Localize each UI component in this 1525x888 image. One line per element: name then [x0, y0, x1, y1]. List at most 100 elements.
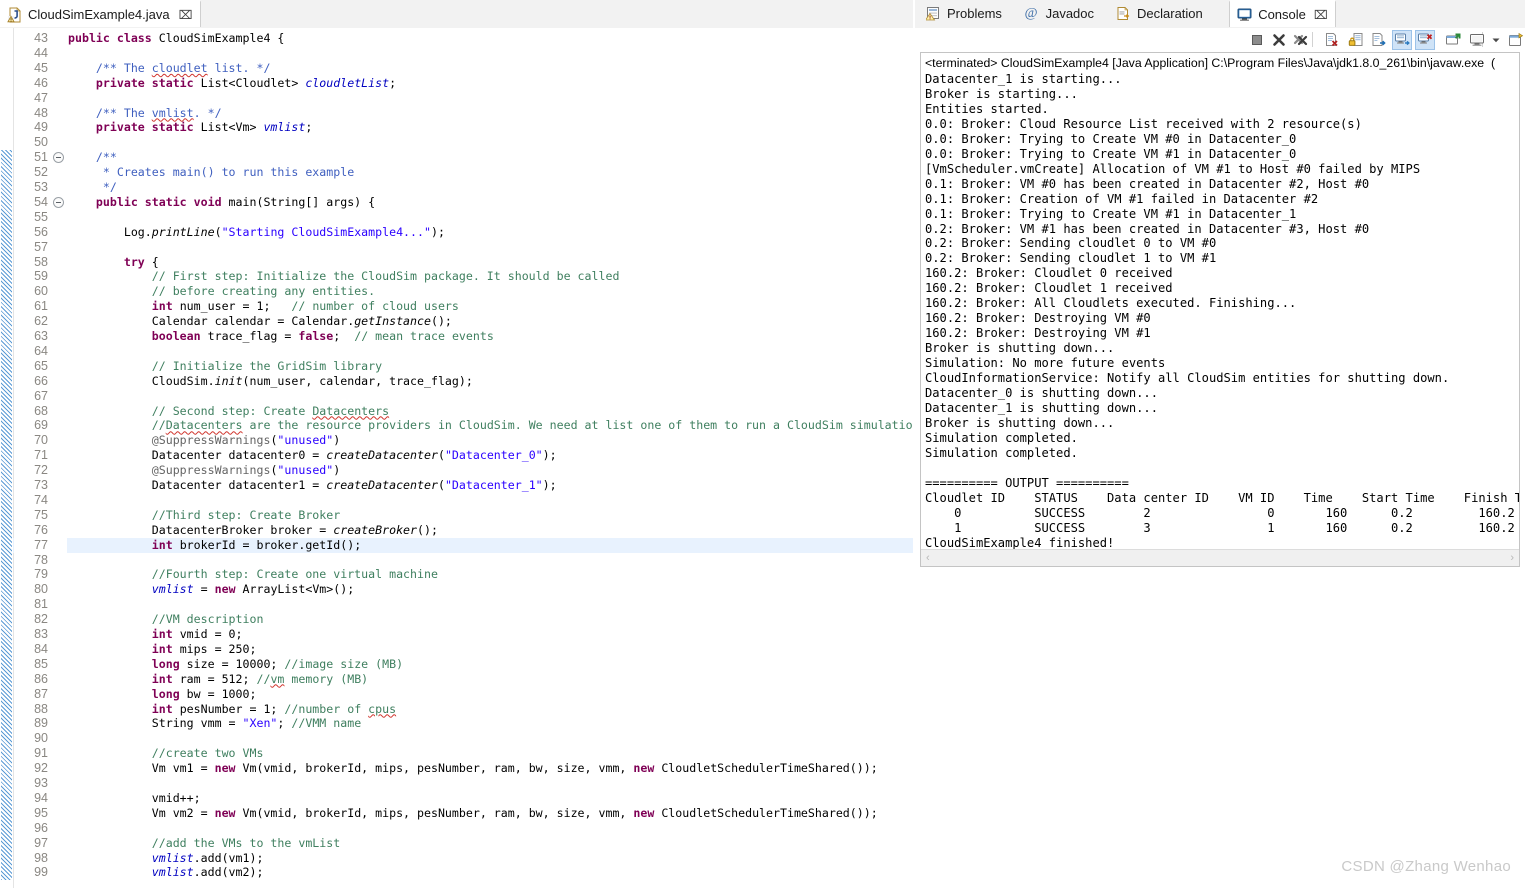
code-line[interactable] — [68, 46, 915, 61]
code-line[interactable]: //Datacenters are the resource providers… — [68, 418, 915, 433]
display-console-dropdown[interactable] — [1489, 30, 1503, 50]
close-icon[interactable]: ⌧ — [1314, 8, 1328, 22]
code-line[interactable]: // Second step: Create Datacenters — [68, 404, 915, 419]
editor-body[interactable]: 43 44 45 46 47 48 49 50 51 52 53 54 55 56 57 58 59 60 61 62… — [0, 28, 915, 888]
line-number: 86 — [34, 671, 48, 686]
code-line[interactable] — [68, 91, 915, 106]
code-line[interactable] — [68, 135, 915, 150]
code-line[interactable]: @SuppressWarnings("unused") — [68, 463, 915, 478]
console-output-line: 160.2: Broker: All Cloudlets executed. F… — [925, 296, 1297, 311]
console-output-line: Broker is starting... — [925, 86, 1078, 101]
code-line[interactable]: //Fourth step: Create one virtual machin… — [68, 567, 915, 582]
code-line[interactable]: long bw = 1000; — [68, 687, 915, 702]
console-output-line: 0.0: Broker: Trying to Create VM #0 in D… — [925, 131, 1297, 146]
code-line[interactable]: try { — [68, 255, 915, 270]
display-selected-console-button[interactable] — [1467, 30, 1487, 50]
code-line[interactable] — [68, 776, 915, 791]
editor-code-area[interactable]: public class CloudSimExample4 { /** The … — [68, 28, 915, 888]
code-line[interactable]: // before creating any entities. — [68, 284, 915, 299]
code-line[interactable]: //add the VMs to the vmList — [68, 836, 915, 851]
code-line[interactable]: Datacenter datacenter1 = createDatacente… — [68, 478, 915, 493]
pane-separator-horizontal[interactable] — [915, 588, 1525, 592]
console-tab-problems[interactable]: Problems — [919, 0, 1009, 27]
code-line[interactable]: public class CloudSimExample4 { — [68, 31, 915, 46]
remove-launch-button[interactable] — [1269, 30, 1289, 50]
fold-collapse-icon[interactable] — [53, 196, 64, 208]
code-line[interactable]: Calendar calendar = Calendar.getInstance… — [68, 314, 915, 329]
code-line[interactable]: DatacenterBroker broker = createBroker()… — [68, 523, 915, 538]
console-tab-declaration[interactable]: Declaration — [1109, 0, 1210, 27]
code-line[interactable] — [68, 210, 915, 225]
code-token: "Starting CloudSimExample4..." — [221, 224, 431, 239]
code-line[interactable]: // First step: Initialize the CloudSim p… — [68, 269, 915, 284]
code-line[interactable]: //Third step: Create Broker — [68, 508, 915, 523]
console-tab-javadoc[interactable]: @ Javadoc — [1018, 0, 1101, 27]
code-line[interactable]: vmid++; — [68, 791, 915, 806]
code-line[interactable]: /** The cloudlet list. */ — [68, 61, 915, 76]
remove-all-terminated-button[interactable] — [1291, 30, 1311, 50]
code-line[interactable]: /** — [68, 150, 915, 165]
code-line[interactable]: int vmid = 0; — [68, 627, 915, 642]
line-number: 82 — [34, 612, 48, 627]
code-line[interactable]: int num_user = 1; // number of cloud use… — [68, 299, 915, 314]
code-line[interactable]: long size = 10000; //image size (MB) — [68, 657, 915, 672]
console-output-line: 0.0: Broker: Cloud Resource List receive… — [925, 116, 1362, 131]
code-line[interactable] — [68, 597, 915, 612]
code-line[interactable]: int pesNumber = 1; //number of cpus — [68, 702, 915, 717]
code-line[interactable]: private static List<Vm> vmlist; — [68, 120, 915, 135]
editor-tab-cloudsimexample4[interactable]: CloudSimExample4.java ⌧ — [0, 0, 202, 27]
code-line[interactable]: //VM description — [68, 612, 915, 627]
code-line[interactable]: @SuppressWarnings("unused") — [68, 433, 915, 448]
scroll-left-arrow-icon[interactable]: ‹ — [926, 552, 930, 564]
code-line[interactable]: boolean trace_flag = false; // mean trac… — [68, 329, 915, 344]
new-console-icon — [1508, 32, 1524, 48]
editor-annotation-bar[interactable] — [0, 28, 14, 888]
code-line[interactable]: private static List<Cloudlet> cloudletLi… — [68, 76, 915, 91]
console-output-line: 160.2: Broker: Destroying VM #0 — [925, 311, 1151, 326]
terminate-button[interactable] — [1247, 30, 1267, 50]
code-line[interactable] — [68, 553, 915, 568]
pin-console-button[interactable] — [1443, 30, 1463, 50]
code-line[interactable]: * Creates main() to run this example — [68, 165, 915, 180]
code-line[interactable] — [68, 240, 915, 255]
code-line[interactable]: public static void main(String[] args) { — [68, 195, 915, 210]
code-line[interactable]: int brokerId = broker.getId(); — [68, 537, 915, 553]
code-line[interactable]: Vm vm2 = new Vm(vmid, brokerId, mips, pe… — [68, 806, 915, 821]
code-token: createDatacenter — [326, 478, 438, 492]
line-number: 89 — [34, 716, 48, 731]
console-output-line: 0.0: Broker: Trying to Create VM #1 in D… — [925, 146, 1297, 161]
code-line[interactable]: int mips = 250; — [68, 642, 915, 657]
show-console-on-error-button[interactable] — [1415, 30, 1435, 50]
code-line[interactable]: /** The vmlist. */ — [68, 106, 915, 121]
close-icon[interactable]: ⌧ — [179, 9, 193, 21]
code-line[interactable]: String vmm = "Xen"; //VMM name — [68, 716, 915, 731]
code-line[interactable]: // Initialize the GridSim library — [68, 359, 915, 374]
fold-collapse-icon[interactable] — [53, 152, 64, 164]
show-console-on-output-button[interactable] — [1392, 30, 1412, 50]
code-line[interactable]: */ — [68, 180, 915, 195]
code-token: try — [123, 254, 152, 269]
line-number: 48 — [34, 105, 48, 120]
code-line[interactable]: vmlist.add(vm2); — [68, 865, 915, 880]
code-line[interactable] — [68, 389, 915, 404]
console-horizontal-scrollbar[interactable]: ‹ › — [921, 549, 1519, 566]
code-line[interactable]: vmlist = new ArrayList<Vm>(); — [68, 582, 915, 597]
console-output-area[interactable]: <terminated> CloudSimExample4 [Java Appl… — [920, 52, 1520, 567]
code-line[interactable]: //create two VMs — [68, 746, 915, 761]
code-line[interactable]: CloudSim.init(num_user, calendar, trace_… — [68, 374, 915, 389]
clear-console-button[interactable] — [1322, 30, 1342, 50]
code-line[interactable] — [68, 731, 915, 746]
code-line[interactable]: int ram = 512; //vm memory (MB) — [68, 672, 915, 687]
scroll-lock-button[interactable] — [1346, 30, 1366, 50]
scroll-right-arrow-icon[interactable]: › — [1510, 552, 1514, 564]
word-wrap-button[interactable] — [1369, 30, 1389, 50]
code-line[interactable]: Datacenter datacenter0 = createDatacente… — [68, 448, 915, 463]
code-line[interactable]: Vm vm1 = new Vm(vmid, brokerId, mips, pe… — [68, 761, 915, 776]
code-line[interactable] — [68, 821, 915, 836]
code-line[interactable] — [68, 344, 915, 359]
console-tab-console[interactable]: Console ⌧ — [1229, 0, 1336, 27]
code-line[interactable]: vmlist.add(vm1); — [68, 851, 915, 866]
code-line[interactable]: Log.printLine("Starting CloudSimExample4… — [68, 225, 915, 240]
open-console-button[interactable] — [1506, 30, 1525, 50]
code-line[interactable] — [68, 493, 915, 508]
